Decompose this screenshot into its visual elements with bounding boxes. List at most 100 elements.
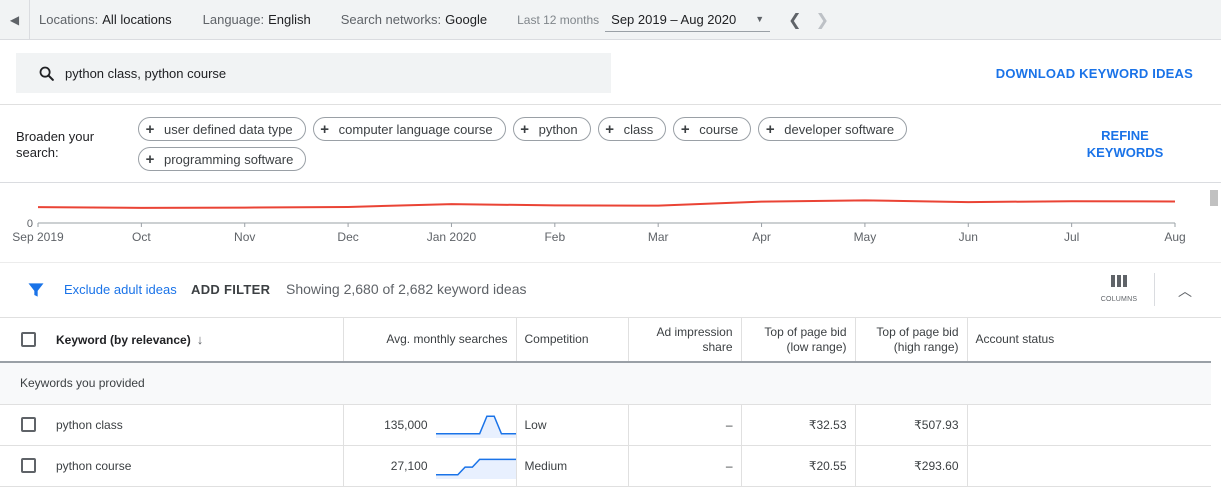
trend-chart-svg: 0Sep 2019 Oct Nov Dec Jan 2020 Feb Mar Apr May Ju… [12,199,1186,244]
exclude-adult-ideas-link[interactable]: Exclude adult ideas [64,282,177,297]
trend-chart: 0 Sep 2019 Oct Nov Dec Jan 2020 Feb Mar Apr May Ju… [0,184,1221,261]
high-bid-cell: ₹293.60 [854,445,967,487]
high-bid-header-line1: Top of page bid [876,324,959,339]
x-tick-label: Mar [648,230,669,244]
high-bid-header-line2: (high range) [893,339,959,354]
broaden-chip[interactable]: + computer language course [312,117,506,141]
networks-filter[interactable]: Search networks: Google [341,12,487,27]
x-tick-label: Feb [544,230,565,244]
row-checkbox-cell [0,445,42,487]
select-all-checkbox[interactable] [21,332,36,348]
scrollbar-thumb[interactable] [1210,190,1218,206]
low-bid-cell: ₹32.53 [740,404,855,446]
competition-column-header[interactable]: Competition [515,318,628,363]
low-bid-cell: ₹20.55 [740,445,855,487]
account-status-cell [966,445,1211,487]
filter-icon[interactable] [26,280,46,300]
broaden-chips: + user defined data type + computer langua… [138,117,958,171]
account-status-cell [966,404,1211,446]
add-filter-button[interactable]: ADD FILTER [191,282,270,297]
keyword-cell: python course [42,445,343,487]
table-header-row: Keyword (by relevance) ↓ Avg. monthly sea… [0,318,1211,363]
ad-share-cell: – [627,404,741,446]
keyword-table: Keyword (by relevance) ↓ Avg. monthly sea… [0,318,1211,487]
language-value: English [268,12,311,27]
language-filter[interactable]: Language: English [203,12,311,27]
broaden-chip[interactable]: + python [512,117,591,141]
low-bid-header-line1: Top of page bid [764,324,847,339]
chip-label: programming software [164,151,294,167]
broaden-chip[interactable]: + developer software [758,117,908,141]
columns-label: COLUMNS [1100,296,1138,303]
x-tick-label: Jul [1064,230,1079,244]
chip-label: developer software [784,121,895,137]
x-tick-label: Sep 2019 [12,230,64,244]
chevron-right-icon[interactable]: ❯ [816,10,829,30]
searches-value: 27,100 [390,458,428,473]
searches-column-header[interactable]: Avg. monthly searches [342,318,516,363]
collapse-left-icon[interactable]: ◀ [0,0,30,40]
chip-label: course [699,121,739,137]
networks-value: Google [445,12,488,27]
account-status-column-header[interactable]: Account status [966,318,1211,363]
search-trend-line [37,199,1176,209]
date-range-value: Sep 2019 – Aug 2020 [611,11,737,27]
broaden-chip[interactable]: + course [673,117,752,141]
download-keyword-ideas-button[interactable]: DOWNLOAD KEYWORD IDEAS [996,66,1193,81]
broaden-chip[interactable]: + class [597,117,667,141]
chip-label: computer language course [338,121,493,137]
locations-filter[interactable]: Locations: All locations [39,12,172,27]
ad-share-header-line2: share [702,339,733,354]
table-row: python class 135,000 Low – ₹32.53 ₹507.9… [0,404,1211,446]
broaden-label: Broaden your search: [16,129,95,160]
period-label: Last 12 months [517,12,600,27]
ad-share-header-line1: Ad impression [656,324,733,339]
search-box[interactable] [16,53,611,93]
plus-icon: + [145,150,155,168]
x-tick-label: Jun [959,230,978,244]
locations-label: Locations: [39,12,99,27]
date-range-select[interactable]: Sep 2019 – Aug 2020 ▼ [605,8,771,32]
row-checkbox[interactable] [21,417,36,433]
x-tick-label: Nov [234,230,255,244]
high-bid-cell: ₹507.93 [854,404,967,446]
searches-cell: 27,100 [342,445,516,487]
low-bid-header-line2: (low range) [786,339,847,354]
refine-keywords-button[interactable]: REFINE KEYWORDS [1080,127,1170,161]
low-bid-column-header[interactable]: Top of page bid (low range) [740,318,855,363]
broaden-chip[interactable]: + user defined data type [138,117,306,141]
chevron-left-icon[interactable]: ❮ [788,10,801,30]
ad-share-column-header[interactable]: Ad impression share [627,318,741,363]
keyword-filter-bar: Exclude adult ideas ADD FILTER Showing 2… [0,262,1221,318]
dropdown-caret-icon: ▼ [755,14,765,24]
search-row: DOWNLOAD KEYWORD IDEAS [0,41,1221,105]
plus-icon: + [605,120,615,138]
ad-share-cell: – [627,445,741,487]
search-icon [39,66,54,81]
chip-label: class [623,121,654,137]
high-bid-column-header[interactable]: Top of page bid (high range) [854,318,967,363]
y-tick-label: 0 [27,218,33,230]
broaden-chip[interactable]: + programming software [138,147,307,171]
search-input[interactable] [65,65,565,81]
row-checkbox[interactable] [21,458,36,474]
searches-value: 135,000 [384,417,428,432]
x-tick-label: Apr [752,230,771,244]
locations-value: All locations [102,12,172,27]
keyword-cell: python class [42,404,343,446]
keyword-column-header[interactable]: Keyword (by relevance) ↓ [42,318,343,363]
language-label: Language: [202,12,265,27]
table-row: python course 27,100 Medium – ₹20.55 ₹29… [0,445,1211,487]
chevron-up-icon[interactable]: ︿ [1178,281,1192,301]
sparkline-area [435,415,516,438]
columns-button[interactable]: COLUMNS [1098,275,1140,303]
plus-icon: + [320,120,330,138]
select-all-cell [0,318,42,363]
x-tick-label: Aug [1164,230,1185,244]
sparkline [435,414,516,438]
section-label: Keywords you provided [0,362,1211,405]
section-row: Keywords you provided [0,362,1211,405]
columns-icon [1111,275,1127,287]
broaden-search-row: Broaden your search: + user defined data … [0,106,1221,183]
x-tick-label: Dec [337,230,358,244]
